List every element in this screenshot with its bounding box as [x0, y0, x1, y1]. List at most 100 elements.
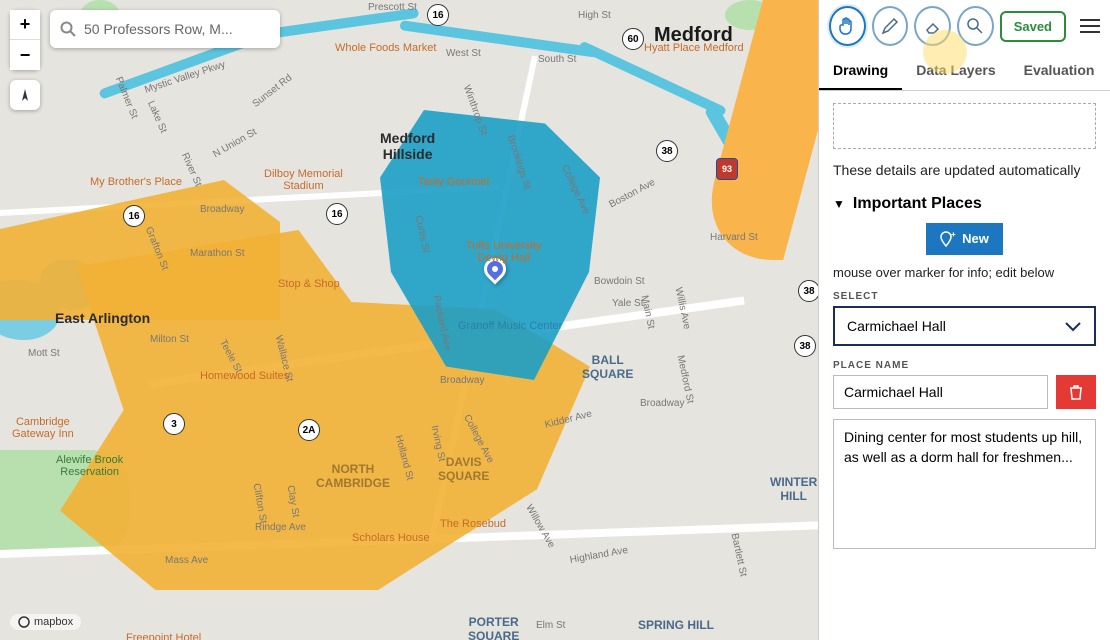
- hand-icon: [837, 16, 857, 36]
- neighborhood-label: NORTH CAMBRIDGE: [316, 462, 390, 490]
- search-input[interactable]: [84, 21, 270, 37]
- street-label: Harvard St: [710, 232, 758, 243]
- street-label: Yale St: [612, 298, 644, 309]
- search-box[interactable]: [50, 10, 280, 48]
- side-panel: Saved Drawing Data Layers Evaluation The…: [818, 0, 1110, 640]
- search-icon: [60, 21, 76, 37]
- panel-content[interactable]: These details are updated automatically …: [819, 91, 1110, 640]
- poi-label: My Brother's Place: [90, 176, 182, 188]
- magnify-icon: [966, 17, 984, 35]
- toolbar: Saved: [819, 0, 1110, 52]
- poi-label: Dilboy Memorial Stadium: [264, 168, 343, 192]
- poi-label: The Rosebud: [440, 518, 506, 530]
- poi-label: Scholars House: [352, 532, 430, 544]
- pin-plus-icon: +: [940, 231, 956, 247]
- route-shield: 2A: [298, 419, 320, 441]
- mapbox-logo: mapbox: [10, 614, 81, 630]
- street-label: N Union St: [211, 127, 258, 161]
- tab-drawing[interactable]: Drawing: [819, 52, 902, 90]
- street-label: Bowdoin St: [594, 276, 645, 287]
- route-shield: 38: [794, 335, 816, 357]
- menu-button[interactable]: [1080, 19, 1100, 33]
- mouse-hint: mouse over marker for info; edit below: [833, 265, 1096, 282]
- place-name-input[interactable]: [833, 375, 1048, 409]
- compass-icon: [18, 88, 32, 102]
- delete-button[interactable]: [1056, 375, 1096, 409]
- neighborhood-label: BALL SQUARE: [582, 353, 633, 381]
- route-shield: 3: [163, 413, 185, 435]
- poi-label: Homewood Suites: [200, 370, 289, 382]
- street-label: South St: [538, 54, 576, 65]
- saved-button[interactable]: Saved: [1000, 11, 1066, 42]
- street-label: Broadway: [200, 204, 244, 215]
- street-label: Mott St: [28, 348, 60, 359]
- pan-tool[interactable]: [829, 6, 866, 46]
- route-shield: 16: [326, 203, 348, 225]
- poi-label: Granoff Music Center: [458, 320, 562, 332]
- tab-data-layers[interactable]: Data Layers: [902, 52, 1009, 90]
- place-select[interactable]: Carmichael Hall: [833, 306, 1096, 346]
- street-label: River St: [179, 151, 204, 188]
- zoom-control: + −: [10, 10, 40, 70]
- pencil-icon: [881, 17, 899, 35]
- section-header[interactable]: ▼ Important Places: [833, 195, 1096, 213]
- street-label: Boston Ave: [607, 177, 657, 210]
- street-label: Sunset Rd: [251, 72, 295, 109]
- tab-evaluation[interactable]: Evaluation: [1010, 52, 1109, 90]
- poi-label: Freepoint Hotel: [126, 632, 201, 640]
- route-shield: 16: [427, 4, 449, 26]
- street-label: Milton St: [150, 334, 189, 345]
- route-shield: 16: [123, 205, 145, 227]
- erase-tool[interactable]: [914, 6, 951, 46]
- street-label: Mass Ave: [165, 555, 208, 566]
- poi-label: Tasty Gourmet: [418, 176, 490, 188]
- chevron-down-icon: [1064, 320, 1082, 332]
- compass-button[interactable]: [10, 80, 40, 110]
- select-label: SELECT: [833, 291, 1096, 302]
- neighborhood-label: East Arlington: [55, 310, 150, 326]
- street-label: Marathon St: [190, 248, 244, 259]
- poi-label: Whole Foods Market: [335, 42, 436, 54]
- new-place-button[interactable]: + New: [926, 223, 1003, 255]
- street-label: Highland Ave: [569, 545, 629, 566]
- street-label: High St: [578, 10, 611, 21]
- select-value: Carmichael Hall: [847, 318, 946, 334]
- mapbox-icon: [18, 616, 30, 628]
- eraser-icon: [924, 17, 942, 35]
- poi-label: Alewife Brook Reservation: [56, 454, 123, 478]
- tabs: Drawing Data Layers Evaluation: [819, 52, 1110, 91]
- place-description[interactable]: [833, 419, 1096, 549]
- poi-label: Tufts University Dewig Hall: [466, 240, 541, 264]
- trash-icon: [1067, 383, 1085, 401]
- route-shield: 38: [656, 140, 678, 162]
- street-label: Lake St: [145, 99, 169, 134]
- neighborhood-label: Medford Hillside: [380, 130, 435, 162]
- caret-down-icon: ▼: [833, 197, 845, 211]
- dropzone[interactable]: [833, 103, 1096, 149]
- street-label: Willow Ave: [523, 503, 557, 550]
- inspect-tool[interactable]: [957, 6, 994, 46]
- zoom-in-button[interactable]: +: [10, 10, 40, 40]
- street-label: Medford St: [675, 354, 696, 404]
- neighborhood-label: WINTER HILL: [770, 475, 817, 503]
- section-title: Important Places: [853, 195, 982, 213]
- poi-label: Stop & Shop: [278, 278, 340, 290]
- zoom-out-button[interactable]: −: [10, 40, 40, 70]
- route-shield: 60: [622, 28, 644, 50]
- name-label: PLACE NAME: [833, 360, 1096, 371]
- draw-tool[interactable]: [872, 6, 909, 46]
- street-label: Bartlett St: [729, 532, 749, 577]
- poi-label: Hyatt Place Medford: [644, 42, 744, 54]
- street-label: West St: [446, 48, 481, 59]
- neighborhood-label: PORTER SQUARE: [468, 615, 519, 640]
- svg-text:+: +: [951, 231, 956, 239]
- update-hint: These details are updated automatically: [833, 161, 1096, 181]
- street-label: Prescott St: [368, 2, 417, 13]
- interstate-shield: 93: [716, 158, 738, 180]
- street-label: Broadway: [440, 375, 484, 386]
- neighborhood-label: SPRING HILL: [638, 618, 714, 632]
- street-label: Elm St: [536, 620, 565, 631]
- poi-label: Cambridge Gateway Inn: [12, 416, 74, 440]
- map-canvas[interactable]: 16 60 16 16 38 38 38 93 2A 3 Medford Med…: [0, 0, 818, 640]
- route-shield: 38: [798, 280, 818, 302]
